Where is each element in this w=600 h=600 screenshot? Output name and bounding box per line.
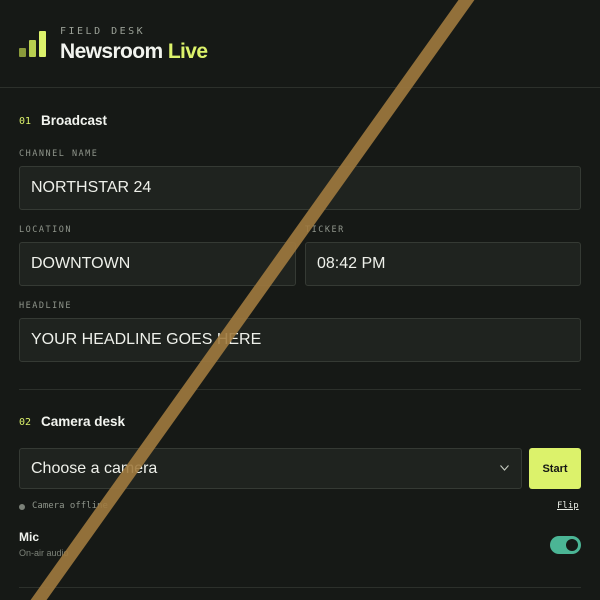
location-label: LOCATION xyxy=(19,225,72,235)
toggle-knob xyxy=(566,539,578,551)
channel-name-input[interactable] xyxy=(19,166,581,210)
start-button[interactable]: Start xyxy=(529,448,581,489)
header-eyebrow: FIELD DESK xyxy=(60,26,146,37)
section-title-camera: Camera desk xyxy=(41,414,126,429)
camera-select-value: Choose a camera xyxy=(31,460,158,477)
mic-title: Mic xyxy=(19,530,40,544)
section-number-camera: 02 xyxy=(19,417,32,428)
headline-label: HEADLINE xyxy=(19,301,72,311)
camera-select[interactable]: Choose a camera xyxy=(19,448,522,489)
location-input[interactable] xyxy=(19,242,296,286)
camera-status: Camera offline xyxy=(32,501,108,511)
mic-subtitle: On-air audio xyxy=(19,548,69,558)
headline-input[interactable] xyxy=(19,318,581,362)
section-divider xyxy=(19,389,581,390)
brand-main: Newsroom xyxy=(60,40,163,63)
section-divider-bottom xyxy=(19,587,581,588)
bars-icon xyxy=(19,31,47,57)
status-dot-icon xyxy=(19,504,25,510)
section-title-broadcast: Broadcast xyxy=(41,113,108,128)
mic-toggle[interactable] xyxy=(550,536,581,554)
channel-name-label: CHANNEL NAME xyxy=(19,149,99,159)
brand-title: Newsroom Live xyxy=(60,40,208,64)
app-header: FIELD DESK Newsroom Live xyxy=(0,0,600,88)
flip-link[interactable]: Flip xyxy=(557,501,579,511)
ticker-input[interactable] xyxy=(305,242,581,286)
ticker-label: TICKER xyxy=(305,225,345,235)
chevron-down-icon xyxy=(500,465,509,471)
brand-accent: Live xyxy=(167,40,208,63)
section-number-broadcast: 01 xyxy=(19,116,32,127)
